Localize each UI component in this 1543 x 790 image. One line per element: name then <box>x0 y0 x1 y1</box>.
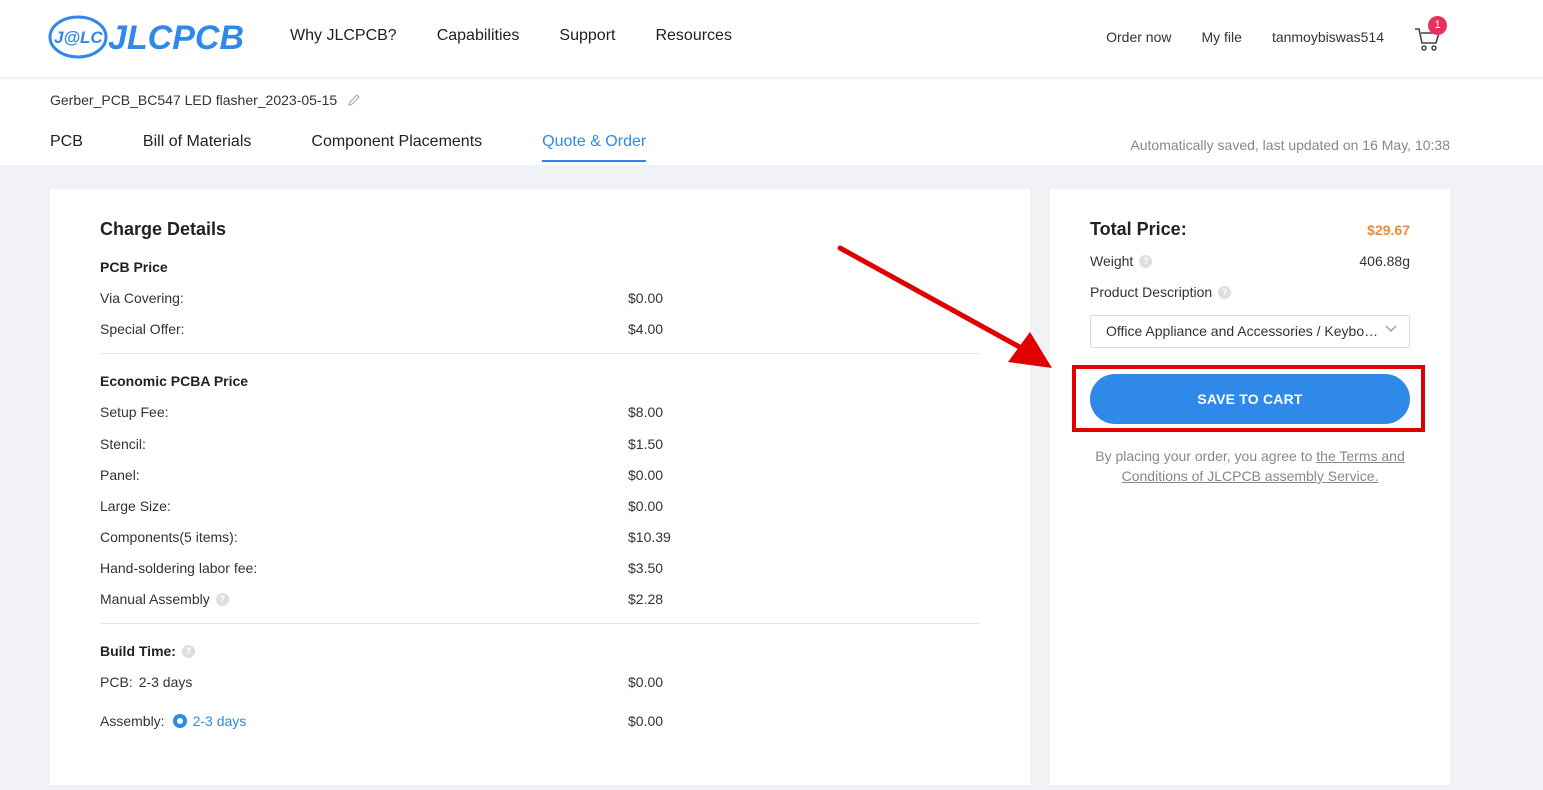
assembly-build-value: $0.00 <box>628 713 664 729</box>
save-to-cart-button[interactable]: SAVE TO CART <box>1090 374 1410 424</box>
product-description-label-group: Product Description ? <box>1090 284 1232 300</box>
total-price-label: Total Price: <box>1090 219 1187 239</box>
charge-value: $2.28 <box>628 591 664 607</box>
total-price-value: $29.67 <box>1367 222 1410 238</box>
annotation-arrow <box>837 245 1052 368</box>
pcba-price-heading: Economic PCBA Price <box>100 373 249 389</box>
weight-row: Weight ? 406.88g <box>1090 253 1410 269</box>
nav-resources[interactable]: Resources <box>655 27 731 45</box>
build-time-heading: Build Time: ? <box>100 643 195 659</box>
build-time-row-pcb: PCB: 2-3 days $0.00 <box>100 672 980 692</box>
top-navigation-bar: J@LC JLCPCB Why JLCPCB? Capabilities Sup… <box>0 0 1543 78</box>
charge-label: Manual Assembly <box>100 591 210 607</box>
charge-row: Large Size: $0.00 <box>100 496 980 516</box>
username-link[interactable]: tanmoybiswas514 <box>1272 29 1384 45</box>
assembly-build-label-group: Assembly: 2-3 days <box>100 713 628 729</box>
charge-label: Stencil: <box>100 436 146 452</box>
build-time-row-assembly: Assembly: 2-3 days $0.00 <box>100 711 980 731</box>
charge-label: Components(5 items): <box>100 529 238 545</box>
product-description-label: Product Description <box>1090 284 1213 300</box>
project-filename: Gerber_PCB_BC547 LED flasher_2023-05-15 <box>50 92 361 108</box>
assembly-build-time[interactable]: 2-3 days <box>193 713 247 729</box>
filename-text: Gerber_PCB_BC547 LED flasher_2023-05-15 <box>50 92 338 108</box>
terms-prefix: By placing your order, you agree to <box>1095 448 1317 464</box>
help-icon[interactable]: ? <box>1139 254 1153 268</box>
charge-label: Special Offer: <box>100 321 185 337</box>
pcb-build-label: PCB: <box>100 674 133 690</box>
charge-value: $3.50 <box>628 560 664 576</box>
assembly-time-radio[interactable] <box>172 714 187 728</box>
charge-row: Stencil: $1.50 <box>100 434 980 454</box>
pcb-build-time: 2-3 days <box>138 674 193 690</box>
charge-label-group: Manual Assembly ? <box>100 591 628 607</box>
order-now-link[interactable]: Order now <box>1106 29 1171 45</box>
autosave-status: Automatically saved, last updated on 16 … <box>1130 137 1450 153</box>
product-description-select[interactable]: Office Appliance and Accessories / Keybo… <box>1090 315 1410 348</box>
product-description-row: Product Description ? <box>1090 284 1410 300</box>
tab-pcb[interactable]: PCB <box>50 133 83 162</box>
charge-label: Setup Fee: <box>100 404 169 420</box>
tab-bill-of-materials[interactable]: Bill of Materials <box>143 133 251 162</box>
charge-label: Via Covering: <box>100 290 184 306</box>
build-time-label: Build Time: <box>100 643 176 659</box>
charge-value: $10.39 <box>628 529 671 545</box>
charge-value: $1.50 <box>628 436 664 452</box>
weight-label: Weight <box>1090 253 1134 269</box>
svg-text:J@LC: J@LC <box>54 28 103 47</box>
help-icon[interactable]: ? <box>215 592 229 606</box>
pcb-build-value: $0.00 <box>628 674 664 690</box>
user-nav: Order now My file tanmoybiswas514 <box>1106 29 1384 45</box>
terms-notice: By placing your order, you agree to the … <box>1085 446 1415 486</box>
charge-value: $8.00 <box>628 404 664 420</box>
chevron-down-icon <box>1385 325 1397 332</box>
svg-text:JLCPCB: JLCPCB <box>108 19 244 57</box>
pcb-build-label-group: PCB: 2-3 days <box>100 674 628 690</box>
nav-capabilities[interactable]: Capabilities <box>437 27 520 45</box>
charge-label: Hand-soldering labor fee: <box>100 560 258 576</box>
weight-label-group: Weight ? <box>1090 253 1153 269</box>
nav-support[interactable]: Support <box>559 27 615 45</box>
charge-row: Hand-soldering labor fee: $3.50 <box>100 558 980 578</box>
tab-component-placements[interactable]: Component Placements <box>311 133 482 162</box>
edit-pencil-icon[interactable] <box>347 93 361 107</box>
order-tabs: PCB Bill of Materials Component Placemen… <box>50 133 706 162</box>
cart-count-badge: 1 <box>1428 16 1447 35</box>
charge-value: $0.00 <box>628 290 664 306</box>
charge-label: Panel: <box>100 467 140 483</box>
my-file-link[interactable]: My file <box>1201 29 1241 45</box>
charge-value: $4.00 <box>628 321 664 337</box>
charge-details-title: Charge Details <box>100 219 227 239</box>
charge-value: $0.00 <box>628 498 664 514</box>
charge-value: $0.00 <box>628 467 664 483</box>
weight-value: 406.88g <box>1359 253 1410 269</box>
section-divider <box>100 623 980 624</box>
main-nav: Why JLCPCB? Capabilities Support Resourc… <box>290 27 732 45</box>
tab-quote-order[interactable]: Quote & Order <box>542 133 647 162</box>
charge-label: Large Size: <box>100 498 171 514</box>
order-summary-panel: Total Price: $29.67 Weight ? 406.88g Pro… <box>1050 189 1450 785</box>
help-icon[interactable]: ? <box>181 644 195 658</box>
charge-row: Components(5 items): $10.39 <box>100 527 980 547</box>
charge-row: Setup Fee: $8.00 <box>100 402 980 422</box>
nav-why-jlcpcb[interactable]: Why JLCPCB? <box>290 27 397 45</box>
project-header: Gerber_PCB_BC547 LED flasher_2023-05-15 … <box>0 79 1543 165</box>
pcb-price-heading: PCB Price <box>100 259 168 275</box>
help-icon[interactable]: ? <box>1218 285 1232 299</box>
charge-row: Panel: $0.00 <box>100 465 980 485</box>
charge-row: Manual Assembly ? $2.28 <box>100 589 980 609</box>
jlcpcb-logo[interactable]: J@LC JLCPCB <box>48 14 253 60</box>
assembly-build-label: Assembly: <box>100 713 165 729</box>
